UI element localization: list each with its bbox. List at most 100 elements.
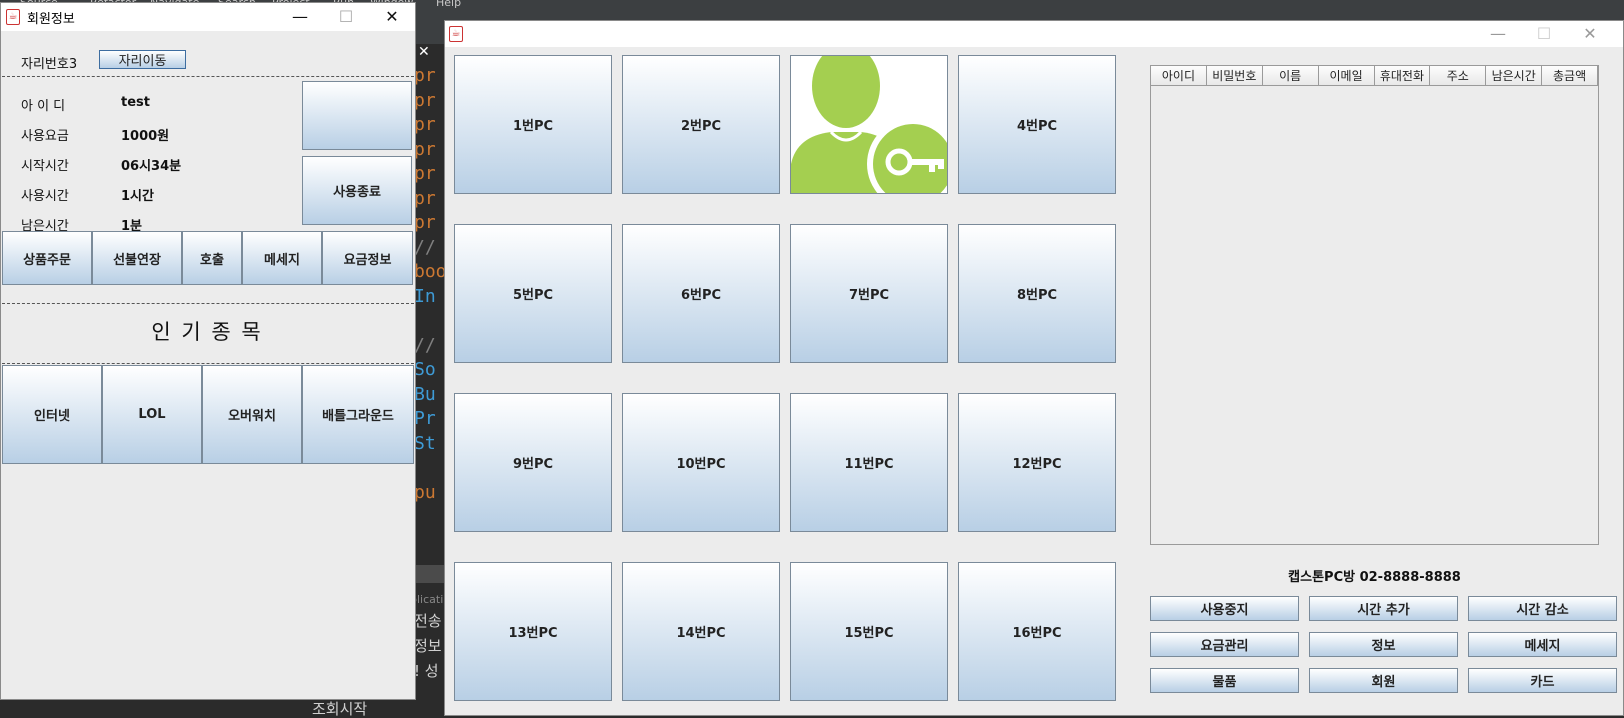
control-button[interactable]: 물품 [1150, 668, 1299, 693]
pc-seat-button[interactable]: 11번PC [790, 393, 948, 532]
java-icon: ☕ [6, 9, 20, 25]
field-value: 1시간 [121, 189, 154, 204]
action-button-3[interactable]: 호출 [182, 231, 242, 285]
pc-seat-button[interactable]: 6번PC [622, 224, 780, 363]
minimize-icon[interactable]: — [1475, 21, 1521, 47]
table-column-header[interactable]: 비밀번호 [1206, 66, 1263, 85]
user-key-icon [791, 56, 947, 193]
console-line: 전송 [414, 612, 442, 630]
minimize-icon[interactable]: — [277, 3, 323, 31]
popular-game-button[interactable]: 인터넷 [2, 365, 102, 464]
control-button[interactable]: 시간 감소 [1468, 596, 1617, 621]
pc-seat-button[interactable]: 12번PC [958, 393, 1116, 532]
console-bottom-text: 조회시작 [312, 700, 368, 718]
code-line: // [414, 334, 436, 356]
member-info-window: ☕ 회원정보 — ☐ ✕ 자리번호3 자리이동 아 이 디 test 사용요금 100… [0, 2, 416, 700]
code-line: In [414, 285, 436, 307]
pc-seat-button[interactable]: 13번PC [454, 562, 612, 701]
field-label: 사용시간 [21, 189, 69, 204]
control-button[interactable]: 회원 [1309, 668, 1458, 693]
table-column-header[interactable]: 주소 [1430, 66, 1487, 85]
table-column-header[interactable]: 아이디 [1151, 66, 1207, 85]
console-output: 전송정보 ! 성 [414, 609, 442, 684]
end-session-button[interactable]: 사용종료 [302, 156, 412, 225]
control-button[interactable]: 시간 추가 [1309, 596, 1458, 621]
code-line: // [414, 236, 436, 258]
code-line: Pr [414, 408, 436, 429]
field-label: 아 이 디 [21, 99, 66, 114]
action-button-2[interactable]: 선불연장 [92, 231, 182, 285]
popular-title: 인 기 종 목 [151, 320, 263, 344]
occupied-seat-image[interactable] [790, 55, 948, 194]
member-window-titlebar: ☕ 회원정보 — ☐ ✕ [1, 3, 415, 31]
table-column-header[interactable]: 남은시간 [1486, 66, 1543, 85]
console-line: 정보 [414, 637, 442, 655]
maximize-icon[interactable]: ☐ [323, 3, 369, 31]
action-button-4[interactable]: 메세지 [242, 231, 322, 285]
shop-info-label: 캡스톤PC방 02-8888-8888 [1288, 570, 1461, 585]
ide-code-editor[interactable]: pr pr pr pr pr pr pr // boo In // So Bu Pr St pu [414, 64, 447, 505]
field-label: 시작시간 [21, 159, 69, 174]
control-button[interactable]: 메세지 [1468, 632, 1617, 657]
pc-seat-button[interactable]: 9번PC [454, 393, 612, 532]
table-column-header[interactable]: 총금액 [1542, 66, 1598, 85]
code-line: So [414, 359, 436, 380]
close-icon[interactable]: ✕ [369, 3, 415, 31]
java-icon: ☕ [449, 26, 463, 42]
blank-button[interactable] [302, 81, 412, 150]
close-icon[interactable]: ✕ [1567, 21, 1613, 47]
code-line: St [414, 432, 436, 454]
action-button-1[interactable]: 상품주문 [2, 231, 92, 285]
member-window-title: 회원정보 [27, 12, 75, 27]
pc-seat-button[interactable]: 14번PC [622, 562, 780, 701]
separator-bottom [2, 363, 414, 364]
pc-seat-button[interactable]: 10번PC [622, 393, 780, 532]
pc-seat-button[interactable]: 2번PC [622, 55, 780, 194]
pc-seat-button[interactable]: 1번PC [454, 55, 612, 194]
code-line: pr [414, 212, 436, 233]
field-value: test [121, 95, 150, 110]
seat-number-label: 자리번호3 [21, 57, 78, 72]
control-button[interactable]: 정보 [1309, 632, 1458, 657]
code-line: pr [414, 89, 436, 111]
code-line: pr [414, 138, 436, 160]
control-button[interactable]: 카드 [1468, 668, 1617, 693]
code-line: pr [414, 163, 436, 184]
table-column-header[interactable]: 이름 [1262, 66, 1319, 85]
popular-game-button[interactable]: 배틀그라운드 [302, 365, 414, 464]
ide-tab-close-icon[interactable]: ✕ [418, 44, 430, 60]
control-button[interactable]: 요금관리 [1150, 632, 1299, 657]
code-line: pr [414, 65, 436, 86]
pc-seat-button[interactable]: 7번PC [790, 224, 948, 363]
member-table[interactable]: 아이디 비밀번호 이름 이메일 휴대전화 주소 남은시간 총금액 [1150, 65, 1599, 545]
field-value: 1000원 [121, 129, 170, 144]
table-header: 아이디 비밀번호 이름 이메일 휴대전화 주소 남은시간 총금액 [1151, 66, 1598, 86]
ide-menu-item[interactable]: Help [436, 0, 461, 9]
manager-window-titlebar: ☕ — ☐ ✕ [445, 21, 1623, 47]
pc-manager-window: ☕ — ☐ ✕ 1번PC 2번PC 4번PC 5번PC 6번PC 7번PC 8번PC 9번PC… [444, 20, 1624, 716]
pc-seat-button[interactable]: 15번PC [790, 562, 948, 701]
field-value: 06시34분 [121, 159, 182, 174]
table-column-header[interactable]: 이메일 [1318, 66, 1375, 85]
code-line: Bu [414, 383, 436, 405]
separator-middle [2, 303, 414, 304]
separator-top [2, 76, 414, 77]
code-line: pr [414, 187, 436, 209]
code-line: boo [414, 261, 447, 282]
popular-game-button[interactable]: LOL [102, 365, 202, 464]
pc-seat-button[interactable]: 8번PC [958, 224, 1116, 363]
pc-seat-button[interactable]: 4번PC [958, 55, 1116, 194]
popular-game-button[interactable]: 오버워치 [202, 365, 302, 464]
code-line: pu [414, 481, 436, 503]
console-line: ! 성 [414, 662, 439, 680]
pc-seat-button[interactable]: 16번PC [958, 562, 1116, 701]
maximize-icon[interactable]: ☐ [1521, 21, 1567, 47]
code-line: pr [414, 114, 436, 135]
pc-seat-button[interactable]: 5번PC [454, 224, 612, 363]
control-button[interactable]: 사용중지 [1150, 596, 1299, 621]
table-column-header[interactable]: 휴대전화 [1374, 66, 1431, 85]
move-seat-button[interactable]: 자리이동 [99, 50, 186, 69]
action-button-5[interactable]: 요금정보 [322, 231, 413, 285]
